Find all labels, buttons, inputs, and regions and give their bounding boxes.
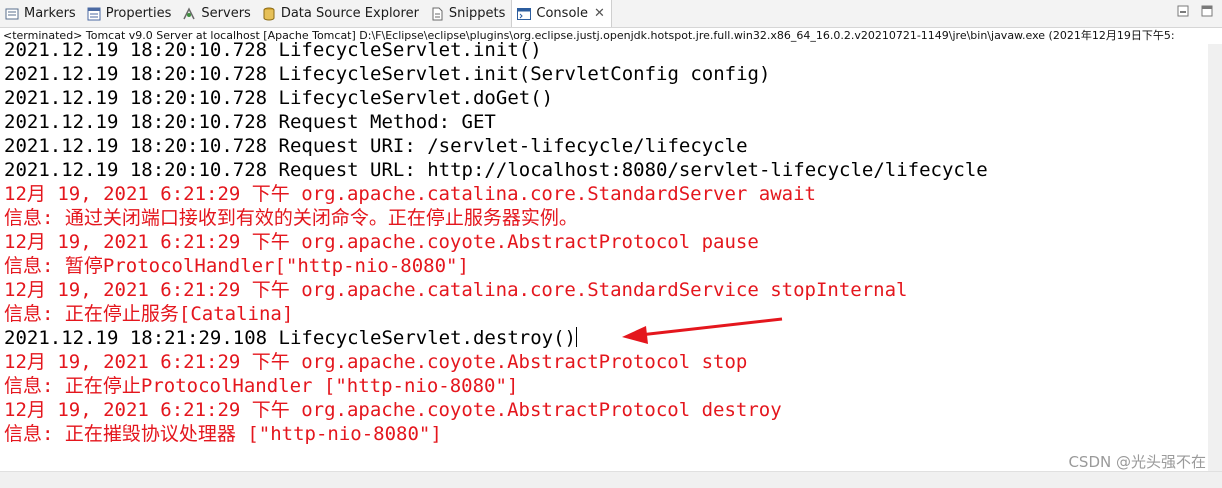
tab-label: Properties: [105, 6, 172, 21]
close-icon[interactable]: ✕: [594, 6, 605, 21]
horizontal-scrollbar[interactable]: [0, 471, 1222, 488]
text-cursor: [575, 327, 577, 347]
vertical-scrollbar[interactable]: [1208, 44, 1222, 472]
servers-icon: [181, 6, 197, 22]
console-line: 2021.12.19 18:20:10.728 Request Method: …: [4, 111, 496, 133]
console-line: 12月 19, 2021 6:21:29 下午 org.apache.coyot…: [4, 231, 759, 253]
markers-icon: [4, 6, 20, 22]
console-line: 2021.12.19 18:20:10.728 Request URL: htt…: [4, 159, 988, 181]
console-line: 2021.12.19 18:20:10.728 LifecycleServlet…: [4, 87, 554, 109]
tab-label: Console: [536, 6, 589, 21]
console-line: 12月 19, 2021 6:21:29 下午 org.apache.catal…: [4, 183, 816, 205]
tab-label: Markers: [24, 6, 76, 21]
tab-label: Data Source Explorer: [280, 6, 419, 21]
maximize-icon[interactable]: [1200, 4, 1214, 22]
console-line: 2021.12.19 18:21:29.108 LifecycleServlet…: [4, 327, 577, 349]
console-line: 2021.12.19 18:20:10.728 Request URI: /se…: [4, 135, 748, 157]
tab-servers[interactable]: Servers: [177, 0, 256, 27]
console-line: 信息: 正在停止ProtocolHandler ["http-nio-8080"…: [4, 375, 519, 397]
console-line: 信息: 正在摧毁协议处理器 ["http-nio-8080"]: [4, 423, 442, 445]
console-line: 2021.12.19 18:20:10.728 LifecycleServlet…: [4, 63, 771, 85]
console-line: 12月 19, 2021 6:21:29 下午 org.apache.coyot…: [4, 351, 748, 373]
console-line: 信息: 通过关闭端口接收到有效的关闭命令。正在停止服务器实例。: [4, 207, 578, 229]
console-line: 2021.12.19 18:20:10.728 LifecycleServlet…: [4, 39, 542, 61]
console-line: 信息: 正在停止服务[Catalina]: [4, 303, 294, 325]
tab-label: Servers: [201, 6, 251, 21]
tab-snippets[interactable]: Snippets: [425, 0, 511, 27]
console-icon: [516, 6, 532, 22]
tab-markers[interactable]: Markers: [0, 0, 82, 27]
console-line: 12月 19, 2021 6:21:29 下午 org.apache.coyot…: [4, 399, 782, 421]
view-controls: [1176, 4, 1214, 22]
view-tab-bar: Markers Properties Servers Data Source E…: [0, 0, 1222, 28]
tab-console[interactable]: Console ✕: [511, 0, 612, 27]
database-icon: [261, 6, 277, 22]
tab-properties[interactable]: Properties: [82, 0, 178, 27]
properties-icon: [86, 6, 102, 22]
watermark: CSDN @光头强不在: [1068, 453, 1206, 471]
console-line: 信息: 暂停ProtocolHandler["http-nio-8080"]: [4, 255, 469, 277]
console-output[interactable]: 2021.12.19 18:20:10.728 LifecycleServlet…: [0, 38, 1208, 470]
tab-data-source-explorer[interactable]: Data Source Explorer: [257, 0, 425, 27]
console-line: 12月 19, 2021 6:21:29 下午 org.apache.catal…: [4, 279, 908, 301]
snippets-icon: [429, 6, 445, 22]
minimize-icon[interactable]: [1176, 4, 1190, 22]
tab-label: Snippets: [448, 6, 506, 21]
